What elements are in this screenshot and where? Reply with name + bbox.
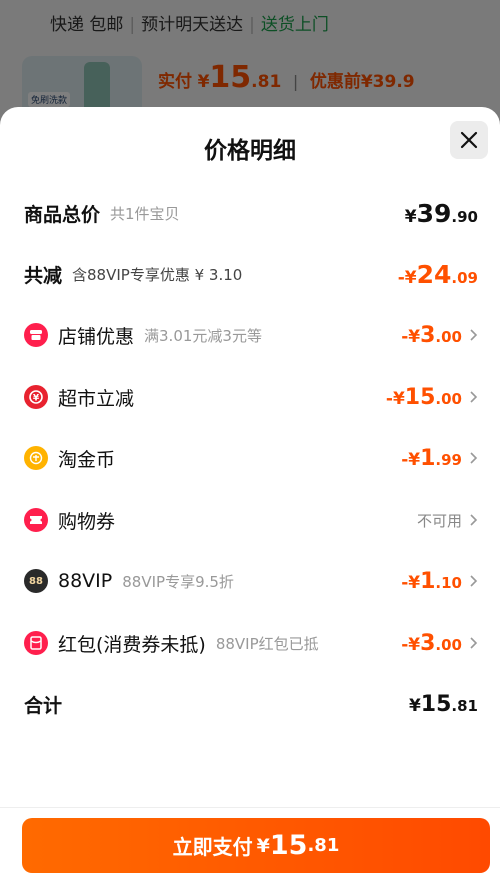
close-button[interactable] xyxy=(450,121,488,159)
row-total-discount: 共减 含88VIP专享优惠 ¥ 3.10 -¥ 24.09 xyxy=(24,254,478,294)
supermarket-icon: ¥ xyxy=(24,385,48,409)
row-shop-discount[interactable]: 店铺优惠 满3.01元减3元等 -¥ 3.00 xyxy=(24,315,478,355)
goods-total-amount: ¥39.90 xyxy=(404,198,478,228)
row-name: 88VIP xyxy=(58,570,113,592)
row-supermarket-discount[interactable]: ¥ 超市立减 -¥ 15.00 xyxy=(24,377,478,417)
vip-88-icon: 88 xyxy=(24,569,48,593)
pay-int: 15 xyxy=(269,830,308,861)
row-name: 商品总价 xyxy=(24,203,101,226)
red-packet-icon xyxy=(24,631,48,655)
row-sub: 88VIP红包已抵 xyxy=(215,634,319,653)
row-shopping-coupon[interactable]: 购物券 不可用 xyxy=(24,500,478,540)
pay-now-button[interactable]: 立即支付 ¥15.81 xyxy=(22,818,490,873)
total-label: 合计 xyxy=(24,694,63,717)
row-name: 购物券 xyxy=(58,510,116,533)
coupon-icon xyxy=(24,508,48,532)
row-gold-coin[interactable]: 淘金币 -¥ 1.99 xyxy=(24,438,478,478)
row-name: 超市立减 xyxy=(58,387,135,410)
row-goods-total: 商品总价 共1件宝贝 ¥39.90 xyxy=(24,193,478,233)
price-detail-sheet: 价格明细 商品总价 共1件宝贝 ¥39.90 共减 含88VIP专享优惠 ¥ 3… xyxy=(0,107,500,884)
chevron-right-icon xyxy=(470,514,478,526)
chevron-right-icon xyxy=(470,637,478,649)
pay-currency: ¥ xyxy=(256,834,270,857)
row-name: 店铺优惠 xyxy=(58,325,135,348)
sheet-title: 价格明细 xyxy=(204,138,296,164)
total-amount: ¥15.81 xyxy=(408,691,478,717)
row-name: 红包(消费券未抵) xyxy=(58,633,206,656)
chevron-right-icon xyxy=(470,452,478,464)
supermarket-discount-amount: -¥ 15.00 xyxy=(385,384,462,410)
row-name: 共减 xyxy=(24,264,63,287)
chevron-right-icon xyxy=(470,575,478,587)
row-sub: 共1件宝贝 xyxy=(110,204,180,223)
total-discount-amount: -¥ 24.09 xyxy=(397,259,478,289)
pay-dec: .81 xyxy=(307,835,340,856)
row-sub: 88VIP专享9.5折 xyxy=(122,572,234,591)
row-sub: 满3.01元减3元等 xyxy=(144,326,262,345)
coupon-status: 不可用 xyxy=(416,511,462,530)
gold-coin-icon xyxy=(24,446,48,470)
row-name: 淘金币 xyxy=(58,448,116,471)
close-icon xyxy=(460,131,478,149)
pay-label: 立即支付 xyxy=(172,835,253,859)
footer-divider xyxy=(0,807,500,808)
shop-icon xyxy=(24,323,48,347)
red-packet-amount: -¥ 3.00 xyxy=(401,630,462,656)
shop-discount-amount: -¥ 3.00 xyxy=(401,322,462,348)
row-red-packet[interactable]: 红包(消费券未抵) 88VIP红包已抵 -¥ 3.00 xyxy=(24,623,478,663)
vip-discount-amount: -¥ 1.10 xyxy=(401,568,462,594)
svg-text:¥: ¥ xyxy=(33,394,40,404)
row-88vip[interactable]: 88 88VIP 88VIP专享9.5折 -¥ 1.10 xyxy=(24,561,478,601)
row-total: 合计 ¥15.81 xyxy=(24,684,478,724)
chevron-right-icon xyxy=(470,329,478,341)
row-sub: 含88VIP专享优惠 ¥ 3.10 xyxy=(72,265,243,284)
chevron-right-icon xyxy=(470,391,478,403)
gold-coin-amount: -¥ 1.99 xyxy=(401,445,462,471)
